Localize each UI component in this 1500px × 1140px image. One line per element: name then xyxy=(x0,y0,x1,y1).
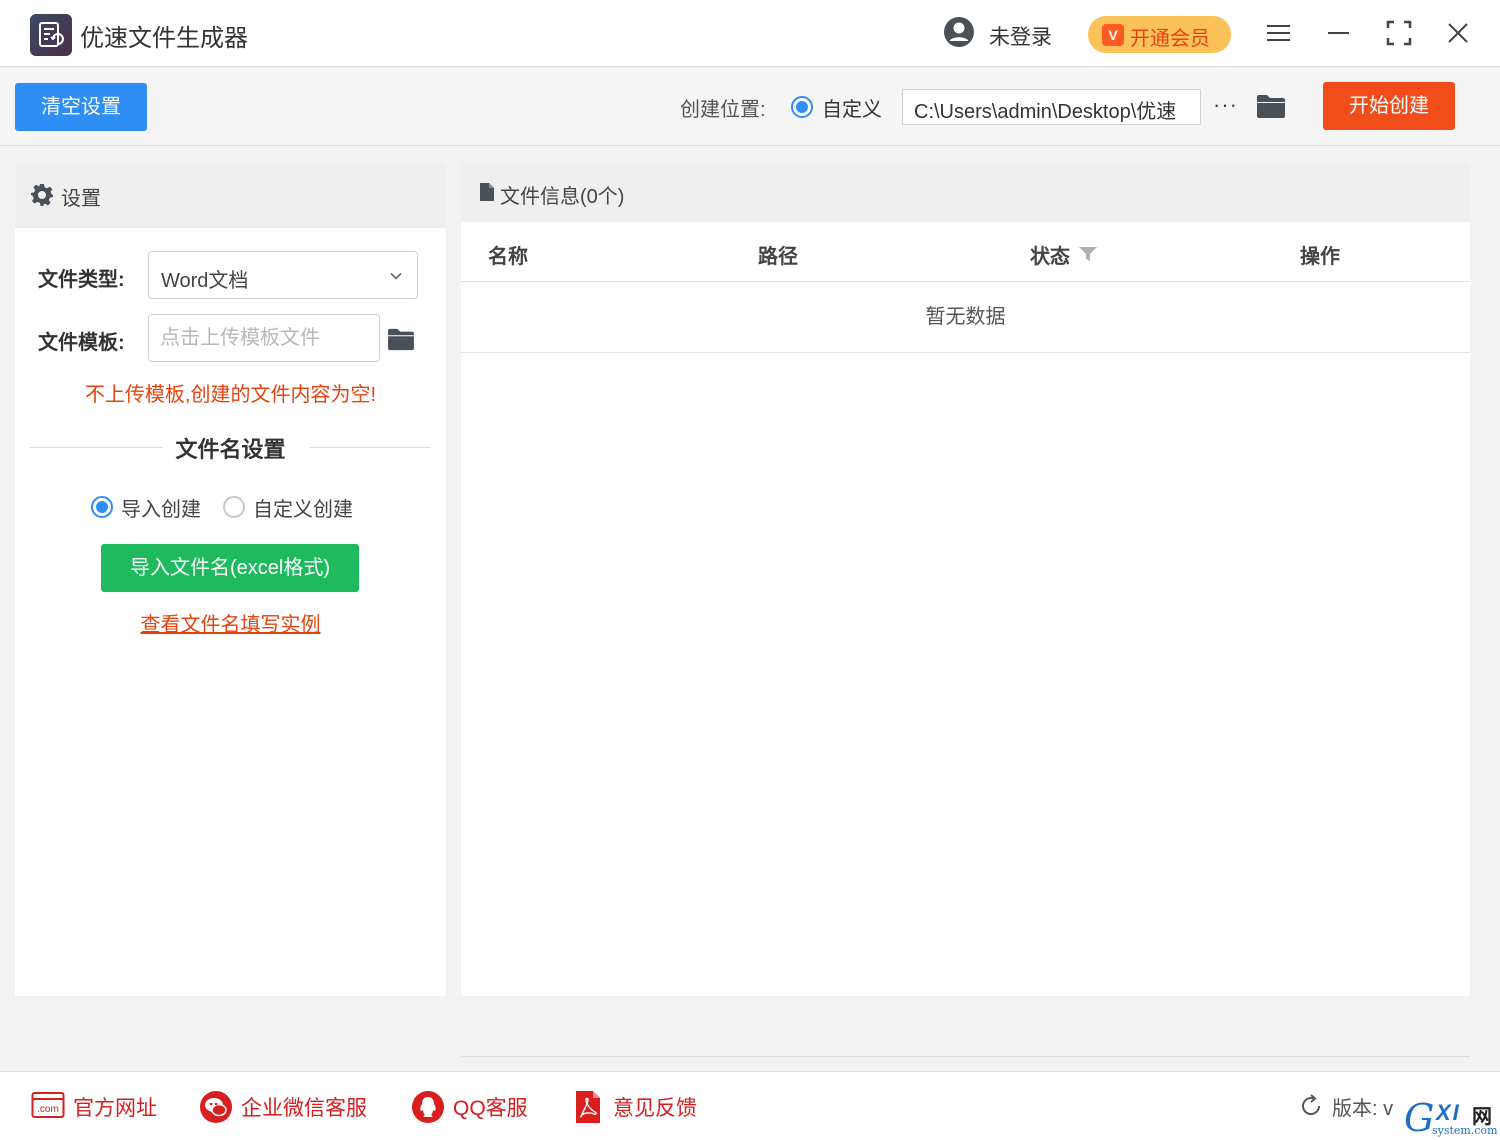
website-icon-label: .com xyxy=(37,1104,59,1115)
settings-panel: 设置 文件类型: Word文档 文件模板: 不上传模板,创建的文件内容为空! 文… xyxy=(15,162,446,996)
footer-link-qq-service[interactable]: QQ客服 xyxy=(453,1092,528,1122)
import-filenames-button[interactable]: 导入文件名(excel格式) xyxy=(101,544,359,592)
refresh-icon[interactable] xyxy=(1299,1094,1323,1118)
user-icon[interactable] xyxy=(943,16,975,48)
location-label: 创建位置: xyxy=(680,99,766,121)
vip-label: 开通会员 xyxy=(1130,28,1210,50)
footer: .com 官方网址 企业微信客服 QQ客服 意见反馈 版本: v xyxy=(0,1071,1500,1140)
chevron-down-icon xyxy=(390,272,402,280)
footer-link-wechat-service[interactable]: 企业微信客服 xyxy=(241,1092,367,1122)
app-logo-icon xyxy=(30,14,72,56)
template-warning: 不上传模板,创建的文件内容为空! xyxy=(84,384,377,406)
footer-link-feedback[interactable]: 意见反馈 xyxy=(613,1092,697,1122)
file-info-panel: 文件信息(0个) 名称 路径 状态 操作 暂无数据 xyxy=(461,162,1470,996)
custom-create-label[interactable]: 自定义创建 xyxy=(253,493,353,522)
column-name: 名称 xyxy=(488,246,528,268)
version-label: 版本: v xyxy=(1332,1098,1394,1120)
footer-link-website[interactable]: 官方网址 xyxy=(73,1092,157,1122)
settings-header: 设置 xyxy=(15,162,446,228)
file-icon xyxy=(480,183,494,201)
file-info-title: 文件信息(0个) xyxy=(500,186,625,208)
location-custom-radio[interactable] xyxy=(791,96,813,118)
feedback-icon[interactable] xyxy=(574,1090,602,1124)
table-header: 名称 路径 状态 操作 xyxy=(461,222,1470,282)
watermark-g: G xyxy=(1404,1096,1435,1140)
app-title: 优速文件生成器 xyxy=(80,25,248,52)
clear-settings-button[interactable]: 清空设置 xyxy=(15,83,147,131)
gear-icon xyxy=(31,184,53,206)
more-icon[interactable]: ··· xyxy=(1213,92,1238,118)
menu-icon[interactable] xyxy=(1264,18,1294,48)
filename-example-link[interactable]: 查看文件名填写实例 xyxy=(15,608,446,637)
file-type-value: Word文档 xyxy=(161,270,249,292)
settings-title: 设置 xyxy=(61,188,101,210)
divider xyxy=(461,1056,1470,1057)
login-status[interactable]: 未登录 xyxy=(989,21,1052,51)
location-custom-label[interactable]: 自定义 xyxy=(822,93,882,122)
import-create-radio[interactable] xyxy=(91,496,113,518)
website-icon[interactable]: .com xyxy=(31,1090,65,1120)
title-bar: 优速文件生成器 未登录 V 开通会员 xyxy=(0,0,1500,67)
maximize-icon[interactable] xyxy=(1384,18,1414,48)
template-label: 文件模板: xyxy=(38,332,125,354)
vip-button[interactable]: V 开通会员 xyxy=(1088,16,1231,53)
close-icon[interactable] xyxy=(1443,18,1473,48)
divider xyxy=(310,447,431,448)
column-action: 操作 xyxy=(1300,246,1340,268)
column-status: 状态 xyxy=(1030,246,1070,268)
file-info-header: 文件信息(0个) xyxy=(461,162,1470,222)
folder-icon[interactable] xyxy=(387,327,415,351)
wechat-icon[interactable] xyxy=(199,1090,233,1124)
template-input[interactable] xyxy=(148,314,380,362)
output-path-input[interactable]: C:\Users\admin\Desktop\优速 xyxy=(902,89,1201,125)
vip-icon: V xyxy=(1102,24,1124,46)
toolbar: 清空设置 创建位置: 自定义 C:\Users\admin\Desktop\优速… xyxy=(0,68,1500,146)
filename-section-title: 文件名设置 xyxy=(175,437,286,462)
filter-icon[interactable] xyxy=(1078,246,1098,262)
minimize-icon[interactable] xyxy=(1324,18,1354,48)
file-type-label: 文件类型: xyxy=(38,269,125,291)
watermark-xi: XI xyxy=(1436,1100,1461,1125)
file-type-select[interactable]: Word文档 xyxy=(148,251,418,299)
import-create-label[interactable]: 导入创建 xyxy=(121,493,201,522)
watermark-logo: G XI 网 system.com xyxy=(1402,1096,1500,1140)
custom-create-radio[interactable] xyxy=(223,496,245,518)
qq-icon[interactable] xyxy=(411,1090,445,1124)
empty-state: 暂无数据 xyxy=(461,282,1470,353)
column-path: 路径 xyxy=(758,246,798,268)
folder-icon[interactable] xyxy=(1256,93,1286,119)
watermark-domain: system.com xyxy=(1432,1124,1498,1137)
start-create-button[interactable]: 开始创建 xyxy=(1323,82,1455,130)
